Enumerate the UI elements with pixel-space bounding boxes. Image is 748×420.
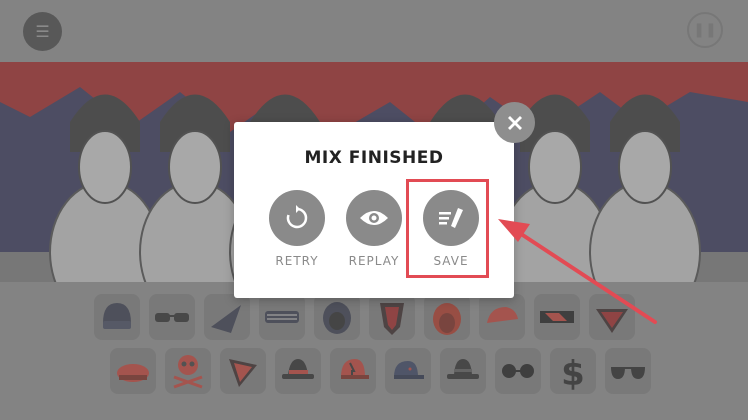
annotation-arrow xyxy=(498,219,657,324)
